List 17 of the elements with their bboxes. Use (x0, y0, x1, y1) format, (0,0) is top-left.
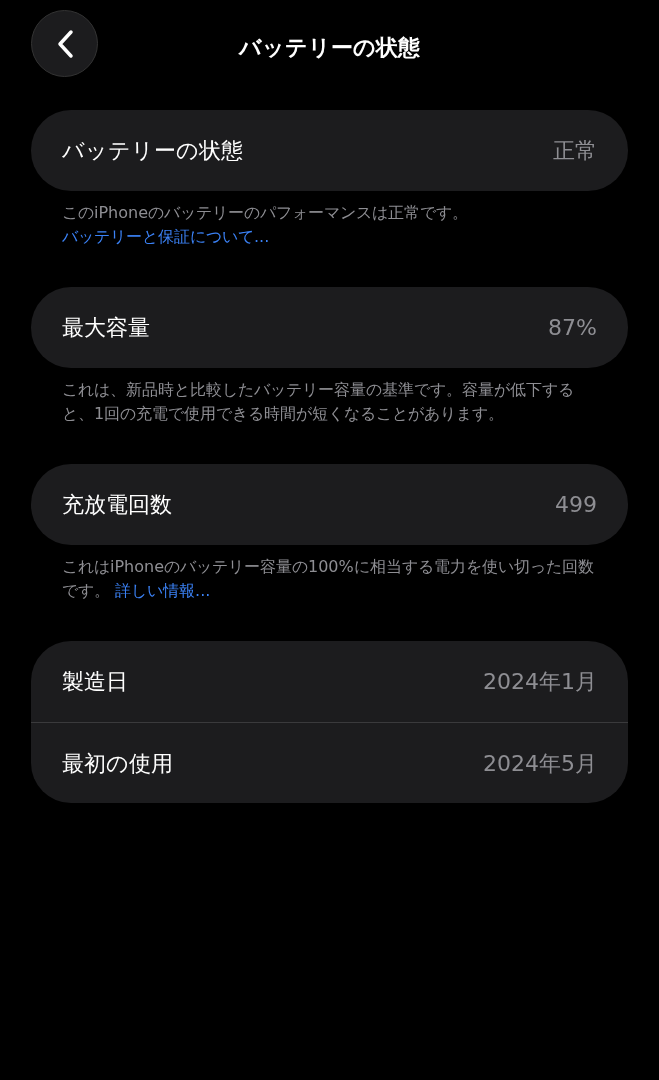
row-label: 最大容量 (62, 314, 150, 342)
row-value: 2024年1月 (483, 668, 597, 696)
row-label: 製造日 (62, 668, 128, 696)
row-label: バッテリーの状態 (62, 137, 243, 165)
row-value: 499 (555, 491, 597, 519)
back-icon (55, 28, 74, 59)
page-title: バッテリーの状態 (239, 33, 420, 62)
info-link[interactable]: 詳しい情報... (115, 581, 211, 600)
row-label: 充放電回数 (62, 491, 172, 519)
footnote: これはiPhoneのバッテリー容量の100%に相当する電力を使い切った回数です。 詳しい情報... (61, 556, 595, 602)
footnote: このiPhoneのバッテリーのパフォーマンスは正常です。 バッテリーと保証について... (61, 202, 469, 248)
footnote: これは、新品時と比較したバッテリー容量の基準です。容量が低下すると、1回の充電で使用できる時間が短くなることがあります。 (61, 379, 575, 425)
row-label: 最初の使用 (62, 749, 173, 778)
row-value: 87% (548, 314, 597, 342)
row-value: 正常 (553, 137, 597, 165)
row-value: 2024年5月 (483, 749, 597, 778)
info-link[interactable]: バッテリーと保証について... (62, 227, 270, 246)
